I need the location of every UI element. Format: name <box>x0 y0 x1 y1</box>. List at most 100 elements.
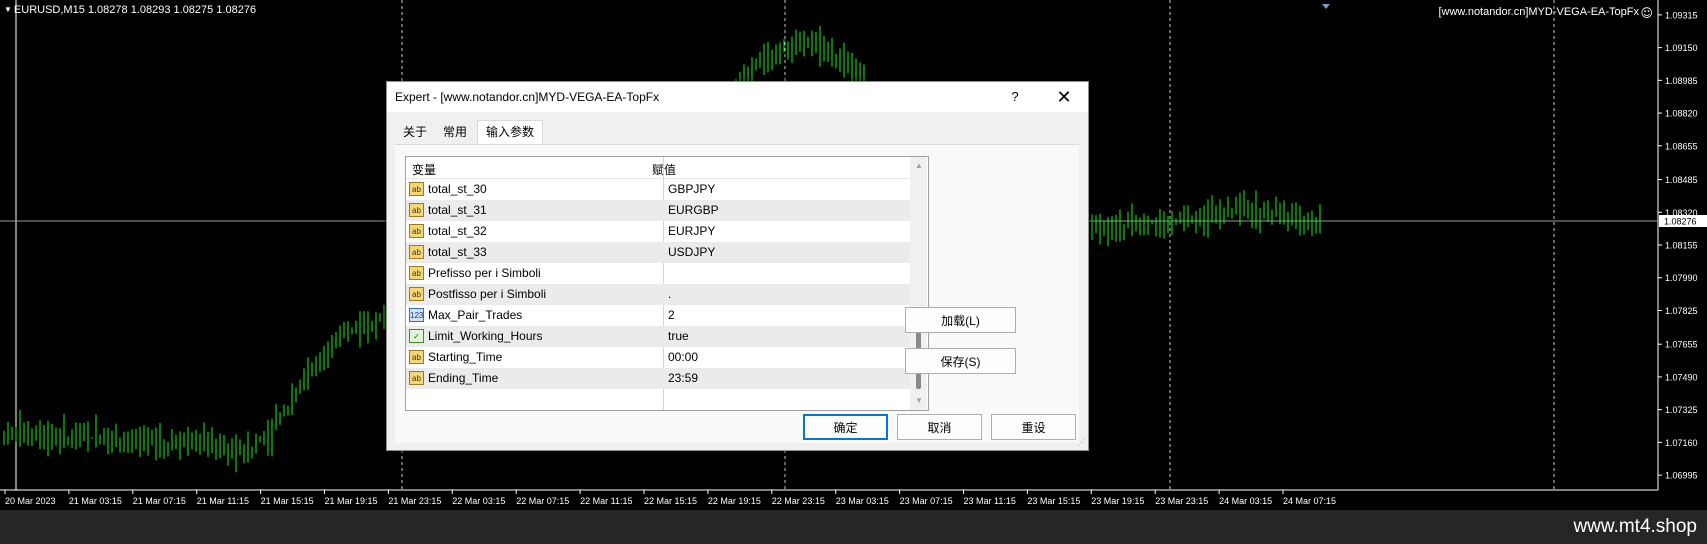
param-value[interactable]: GBPJPY <box>668 182 715 196</box>
expert-advisor-label: [www.notandor.cn]MYD-VEGA-EA-TopFx <box>1438 6 1639 18</box>
param-name: Max_Pair_Trades <box>428 308 523 322</box>
price-tick-label: 1.08155 <box>1665 241 1698 251</box>
price-tick-label: 1.07490 <box>1665 372 1698 382</box>
table-row[interactable]: ✓ Limit_Working_Hours true <box>406 326 910 347</box>
save-button[interactable]: 保存(S) <box>905 348 1016 374</box>
param-name: total_st_32 <box>428 224 487 238</box>
resize-grip-icon[interactable]: ⋰ <box>1077 437 1086 448</box>
time-tick-label: 22 Mar 11:15 <box>580 496 632 506</box>
param-name: total_st_30 <box>428 182 487 196</box>
string-param-icon: ab <box>409 350 424 364</box>
table-row[interactable]: ab Ending_Time 23:59 <box>406 368 910 389</box>
time-tick-label: 22 Mar 03:15 <box>452 496 505 506</box>
scroll-up-arrow-icon[interactable]: ▲ <box>915 161 923 170</box>
time-tick-label: 21 Mar 07:15 <box>133 496 186 506</box>
string-param-icon: ab <box>409 245 424 259</box>
expert-properties-dialog: Expert - [www.notandor.cn]MYD-VEGA-EA-To… <box>386 81 1089 451</box>
bottom-bar: www.mt4.shop <box>0 510 1707 544</box>
price-tick-label: 1.08485 <box>1665 175 1698 185</box>
param-name: Prefisso per i Simboli <box>428 266 541 280</box>
price-tick-label: 1.08655 <box>1665 141 1698 151</box>
time-tick-label: 23 Mar 15:15 <box>1027 496 1080 506</box>
chart-symbol-header: ▼ EURUSD,M15 1.08278 1.08293 1.08275 1.08… <box>4 4 256 16</box>
price-tick-label: 1.07655 <box>1665 340 1698 350</box>
table-row[interactable]: ab Starting_Time 00:00 <box>406 347 910 368</box>
time-tick-label: 21 Mar 03:15 <box>69 496 122 506</box>
time-tick-label: 23 Mar 19:15 <box>1091 496 1144 506</box>
integer-param-icon: 123 <box>409 308 424 322</box>
ok-button[interactable]: 确定 <box>803 414 888 440</box>
boolean-param-icon: ✓ <box>409 329 424 343</box>
param-value[interactable]: 00:00 <box>668 350 698 364</box>
time-tick-label: 23 Mar 11:15 <box>964 496 1016 506</box>
table-row[interactable]: 123 Max_Pair_Trades 2 <box>406 305 910 326</box>
tab-common[interactable]: 常用 <box>435 122 475 142</box>
current-price-label: 1.08276 <box>1664 216 1697 226</box>
param-value[interactable]: . <box>668 287 671 301</box>
param-name: Postfisso per i Simboli <box>428 287 547 301</box>
help-button[interactable]: ? <box>1005 88 1025 106</box>
time-tick-label: 22 Mar 19:15 <box>708 496 761 506</box>
dropdown-triangle-icon[interactable]: ▼ <box>4 5 12 14</box>
param-value[interactable]: true <box>668 329 689 343</box>
string-param-icon: ab <box>409 266 424 280</box>
time-tick-label: 21 Mar 19:15 <box>325 496 378 506</box>
price-tick-label: 1.06995 <box>1665 471 1698 481</box>
price-tick-label: 1.07160 <box>1665 438 1698 448</box>
param-value[interactable]: EURJPY <box>668 224 715 238</box>
time-tick-label: 23 Mar 07:15 <box>900 496 953 506</box>
time-tick-label: 24 Mar 07:15 <box>1283 496 1336 506</box>
table-row[interactable]: ab total_st_31 EURGBP <box>406 200 910 221</box>
tab-inputs[interactable]: 输入参数 <box>477 120 544 145</box>
reset-button[interactable]: 重设 <box>991 414 1076 440</box>
column-header-variable[interactable]: 变量 <box>412 161 436 178</box>
price-tick-label: 1.09150 <box>1665 43 1698 53</box>
table-row[interactable]: ab total_st_32 EURJPY <box>406 221 910 242</box>
cancel-button[interactable]: 取消 <box>897 414 982 440</box>
string-param-icon: ab <box>409 371 424 385</box>
column-header-value[interactable]: 赋值 <box>652 161 676 178</box>
string-param-icon: ab <box>409 287 424 301</box>
string-param-icon: ab <box>409 224 424 238</box>
dialog-titlebar[interactable]: Expert - [www.notandor.cn]MYD-VEGA-EA-To… <box>387 82 1088 112</box>
param-name: total_st_31 <box>428 203 487 217</box>
price-tick-label: 1.07990 <box>1665 273 1698 283</box>
param-value[interactable]: EURGBP <box>668 203 719 217</box>
price-tick-label: 1.09315 <box>1665 10 1698 20</box>
time-tick-label: 22 Mar 15:15 <box>644 496 697 506</box>
param-name: Starting_Time <box>428 350 503 364</box>
time-tick-label: 21 Mar 15:15 <box>261 496 314 506</box>
string-param-icon: ab <box>409 203 424 217</box>
string-param-icon: ab <box>409 182 424 196</box>
tab-about[interactable]: 关于 <box>395 122 435 142</box>
time-tick-label: 23 Mar 03:15 <box>836 496 889 506</box>
dialog-title: Expert - [www.notandor.cn]MYD-VEGA-EA-To… <box>395 90 660 104</box>
price-tick-label: 1.08820 <box>1665 109 1698 119</box>
grid-header: 变量 赋值 <box>406 157 910 179</box>
param-name: Limit_Working_Hours <box>428 329 543 343</box>
param-value[interactable]: 2 <box>668 308 675 322</box>
param-name: Ending_Time <box>428 371 499 385</box>
watermark: www.mt4.shop <box>1573 516 1697 537</box>
table-row[interactable]: ab Postfisso per i Simboli. <box>406 284 910 305</box>
time-tick-label: 21 Mar 23:15 <box>388 496 441 506</box>
load-button[interactable]: 加载(L) <box>905 307 1016 333</box>
price-tick-label: 1.08985 <box>1665 76 1698 86</box>
table-row[interactable]: ab Prefisso per i Simboli <box>406 263 910 284</box>
shift-marker-icon[interactable] <box>1322 4 1330 9</box>
price-tick-label: 1.07825 <box>1665 306 1698 316</box>
param-value[interactable]: 23:59 <box>668 371 698 385</box>
input-parameters-grid[interactable]: 变量 赋值 ab total_st_30 GBPJPY ab total_st_31 EU… <box>405 156 929 411</box>
table-row[interactable]: ab total_st_33 USDJPY <box>406 242 910 263</box>
param-name: total_st_33 <box>428 245 487 259</box>
price-tick-label: 1.07325 <box>1665 405 1698 415</box>
time-tick-label: 22 Mar 07:15 <box>516 496 569 506</box>
close-button[interactable]: ✕ <box>1049 85 1079 109</box>
scroll-down-arrow-icon[interactable]: ▼ <box>915 396 923 405</box>
table-row[interactable]: ab total_st_30 GBPJPY <box>406 179 910 200</box>
time-tick-label: 23 Mar 23:15 <box>1155 496 1208 506</box>
smiley-face-icon: ☺ <box>1640 6 1653 20</box>
time-tick-label: 20 Mar 2023 <box>5 496 56 506</box>
param-value[interactable]: USDJPY <box>668 245 715 259</box>
time-tick-label: 24 Mar 03:15 <box>1219 496 1272 506</box>
